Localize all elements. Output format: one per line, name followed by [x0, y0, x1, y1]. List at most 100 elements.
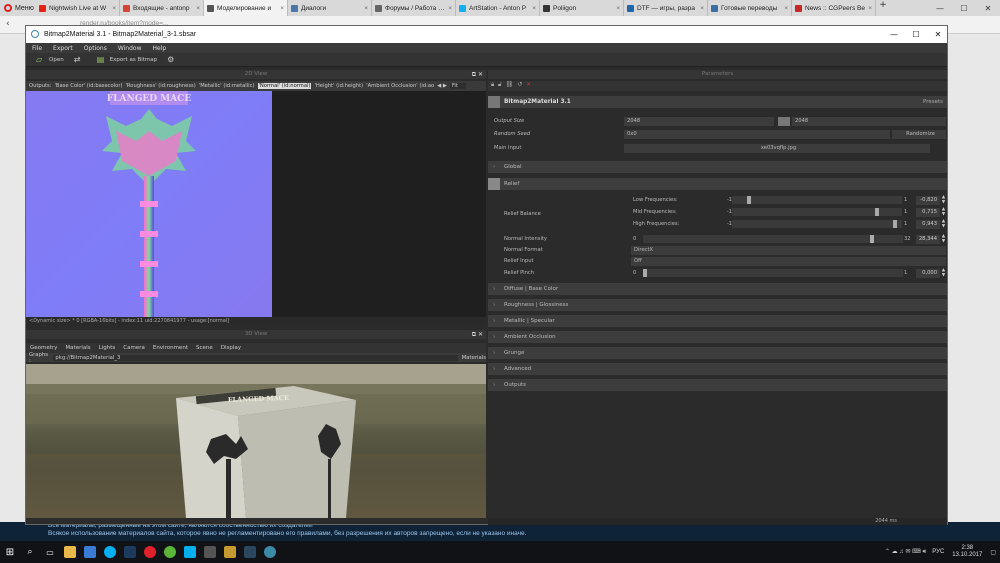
section-header[interactable]: › Diffuse | Base Color [488, 283, 947, 295]
notifications-icon[interactable]: ▢ [990, 549, 996, 556]
menu-item[interactable]: File [32, 45, 42, 52]
browser-tab[interactable]: Диалоги × [288, 0, 372, 16]
search-button[interactable]: ⌕ [20, 541, 40, 563]
browser-tab[interactable]: Poliigon × [540, 0, 624, 16]
tray-icons[interactable]: ⌃ ☁ ♫ ✉ ⌨ 🔊︎ [885, 548, 926, 556]
app-maximize-button[interactable]: ☐ [905, 26, 927, 43]
fit-select[interactable]: Fit [449, 83, 466, 89]
export-button[interactable]: ▤ Export as Bitmap [97, 55, 157, 64]
normal-format-select[interactable]: DirectX [631, 246, 946, 255]
lock-open-icon[interactable]: 🔓︎ [498, 81, 502, 88]
view3d-panel-controls[interactable]: ⧉ ✕ [472, 330, 483, 339]
graphs-select[interactable]: pkg://Bitmap2Material_3 [53, 354, 458, 361]
menu-item[interactable]: Options [84, 45, 107, 52]
menu-item[interactable]: Export [53, 45, 73, 52]
relief-freq-knob[interactable] [874, 208, 879, 216]
output-tab[interactable]: 'Height' (id:height) [314, 83, 363, 89]
view3d-tab[interactable]: Scene [196, 345, 213, 351]
taskbar-app-opera[interactable] [140, 541, 160, 563]
section-header[interactable]: › Roughness | Glossiness [488, 299, 947, 311]
section-header[interactable]: › Metallic | Specular [488, 315, 947, 327]
view3d-viewport[interactable]: FLANGED MACE [26, 364, 486, 518]
link-icon[interactable]: ⛓︎ [506, 81, 514, 88]
language-indicator[interactable]: РУС [932, 549, 944, 555]
taskbar-app-chat[interactable] [160, 541, 180, 563]
section-header[interactable]: › Ambient Occlusion [488, 331, 947, 343]
params-header-toggle[interactable] [488, 96, 500, 108]
browser-tab[interactable]: Готовые переводы × [708, 0, 792, 16]
lock-icon[interactable]: 🔒︎ [491, 81, 494, 88]
open-button[interactable]: ▱ Open [36, 55, 64, 64]
browser-close-button[interactable]: ✕ [976, 0, 1000, 16]
tab-close-icon[interactable]: × [364, 5, 368, 12]
browser-tab[interactable]: Входящие - antonp × [120, 0, 204, 16]
relief-freq-knob[interactable] [893, 220, 898, 228]
output-tab[interactable]: 'Base Color' (id:basecolor) [54, 83, 122, 89]
tab-close-icon[interactable]: × [448, 5, 452, 12]
taskbar-app-wow[interactable] [220, 541, 240, 563]
section-relief[interactable]: Relief [488, 178, 947, 190]
relief-freq-stepper[interactable]: ▲ ▼ [941, 207, 946, 217]
app-minimize-button[interactable]: — [883, 26, 905, 43]
tab-close-icon[interactable]: × [112, 5, 116, 12]
relief-freq-stepper[interactable]: ▲ ▼ [941, 195, 946, 205]
relief-freq-value[interactable]: -0,820 [916, 196, 940, 205]
pin-icon[interactable]: ✕ [526, 81, 531, 88]
taskbar-app-steam[interactable] [240, 541, 260, 563]
relief-pinch-stepper[interactable]: ▲ ▼ [941, 268, 946, 278]
relief-freq-slider[interactable] [732, 196, 902, 204]
new-tab-button[interactable]: + [876, 0, 890, 16]
output-tab[interactable]: 'Ambient Occlusion' (id:ao [366, 83, 434, 89]
output-size-width-select[interactable]: 2048 [624, 117, 774, 126]
main-input-field[interactable]: xe03vqflp.jpg [624, 144, 930, 153]
clock[interactable]: 2:38 13.10.2017 [952, 545, 982, 559]
relief-pinch-slider[interactable] [643, 269, 903, 277]
taskbar-app-store[interactable] [80, 541, 100, 563]
taskbar-app-explorer[interactable] [60, 541, 80, 563]
taskbar-app-tool[interactable] [200, 541, 220, 563]
menu-item[interactable]: Window [118, 45, 142, 52]
taskbar-app-skype[interactable] [100, 541, 120, 563]
tab-close-icon[interactable]: × [700, 5, 704, 12]
back-icon[interactable]: ‹ [6, 19, 10, 29]
windows-start-button[interactable]: ⊞ [0, 541, 20, 563]
relief-input-select[interactable]: Off [631, 257, 946, 266]
relief-freq-stepper[interactable]: ▲ ▼ [941, 219, 946, 229]
taskbar-app-b2m[interactable] [260, 541, 280, 563]
section-header[interactable]: › Outputs [488, 379, 947, 391]
browser-tab[interactable]: ArtStation - Anton P × [456, 0, 540, 16]
presets-button[interactable]: Presets [923, 96, 943, 108]
task-view-button[interactable]: ▭ [40, 541, 60, 563]
tab-close-icon[interactable]: × [868, 5, 872, 12]
refresh-button[interactable]: ⇄ [74, 55, 87, 64]
section-header[interactable]: › Advanced [488, 363, 947, 375]
relief-freq-value[interactable]: 0,943 [916, 220, 940, 229]
relief-toggle[interactable] [488, 178, 500, 190]
relief-freq-knob[interactable] [746, 196, 751, 204]
browser-minimize-button[interactable]: — [928, 0, 952, 16]
view3d-tab[interactable]: Environment [153, 345, 188, 351]
browser-tab[interactable]: Моделирование и × [204, 0, 288, 16]
browser-tab[interactable]: DTF — игры, разра × [624, 0, 708, 16]
tab-close-icon[interactable]: × [784, 5, 788, 12]
output-tab[interactable]: 'Metallic' (id:metallic) [199, 83, 255, 89]
materials-select[interactable]: Materials [462, 355, 486, 361]
browser-maximize-button[interactable]: ☐ [952, 0, 976, 16]
view2d-panel-controls[interactable]: ⧉ ✕ [472, 70, 483, 79]
view3d-tab[interactable]: Geometry [30, 345, 57, 351]
view3d-tab[interactable]: Lights [99, 345, 116, 351]
tab-close-icon[interactable]: × [196, 5, 200, 12]
output-tab[interactable]: 'Normal' (id:normal) [257, 83, 312, 89]
tab-close-icon[interactable]: × [280, 5, 284, 12]
random-seed-field[interactable]: 0x0 [624, 130, 890, 139]
relief-freq-slider[interactable] [732, 208, 902, 216]
settings-button[interactable]: ⚙ [167, 55, 180, 64]
output-size-height-select[interactable]: 2048 [792, 117, 946, 126]
normal-intensity-stepper[interactable]: ▲ ▼ [941, 234, 946, 244]
app-close-button[interactable]: ✕ [927, 26, 949, 43]
relief-pinch-value[interactable]: 0,000 [916, 269, 940, 278]
browser-menu-button[interactable]: Меню [0, 0, 36, 16]
menu-item[interactable]: Help [153, 45, 167, 52]
tab-close-icon[interactable]: × [616, 5, 620, 12]
output-tab[interactable]: 'Roughness' (id:roughness) [125, 83, 195, 89]
